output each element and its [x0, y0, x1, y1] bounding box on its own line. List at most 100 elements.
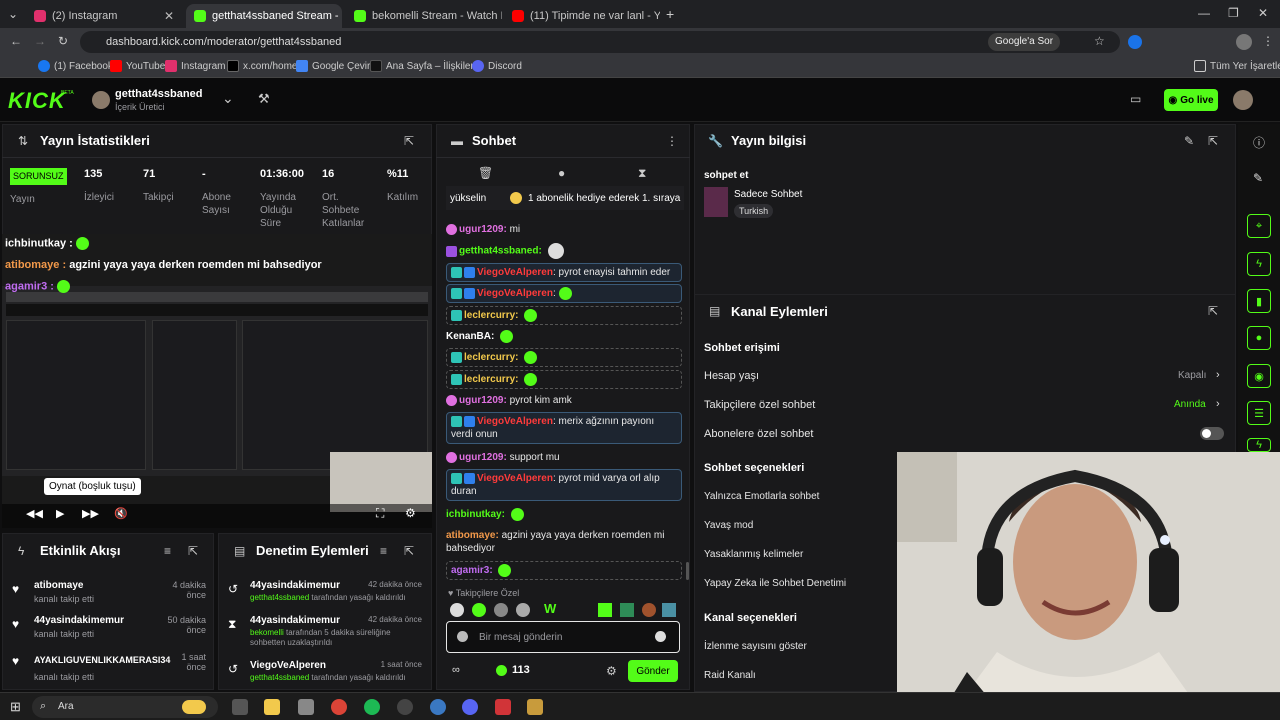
chat-user[interactable]: ugur1209: — [459, 452, 507, 463]
chrome-icon[interactable] — [331, 699, 347, 715]
new-tab-button[interactable]: + — [666, 6, 674, 22]
minimize-button[interactable]: — — [1198, 6, 1210, 20]
windows-start-icon[interactable]: ⊞ — [10, 699, 21, 715]
popout-icon[interactable]: ⇱ — [1208, 304, 1218, 318]
emote-icon[interactable] — [620, 603, 634, 617]
emote-icon[interactable] — [494, 603, 508, 617]
toggle-switch[interactable] — [1200, 427, 1224, 440]
setting-raid-channel[interactable]: Raid Kanalı — [704, 670, 756, 681]
popout-icon[interactable]: ⇱ — [188, 544, 198, 558]
profile-avatar[interactable] — [1236, 34, 1252, 50]
league-icon[interactable] — [527, 699, 543, 715]
category-name[interactable]: Sadece Sohbet — [734, 189, 802, 200]
close-icon[interactable]: ✕ — [164, 9, 174, 23]
hourglass-icon[interactable]: ⧗ — [638, 166, 646, 181]
chat-icon[interactable]: ● — [1247, 326, 1271, 350]
app-icon[interactable] — [495, 699, 511, 715]
spotify-icon[interactable] — [364, 699, 380, 715]
chat-user[interactable]: leclercurry: — [464, 310, 518, 321]
forward-icon[interactable]: ▶▶ — [82, 507, 99, 520]
taskbar-search[interactable]: ⌕ Ara — [32, 696, 218, 718]
focus-icon[interactable]: ⌖ — [1247, 214, 1271, 238]
document-icon[interactable]: ▮ — [1247, 289, 1271, 313]
setting-banned-words[interactable]: Yasaklanmış kelimeler — [704, 549, 803, 560]
file-explorer-icon[interactable] — [264, 699, 280, 715]
app-icon[interactable] — [298, 699, 314, 715]
user-avatar[interactable] — [1233, 90, 1253, 110]
mute-icon[interactable]: 🔇 — [114, 507, 128, 520]
bookmark-homepage[interactable]: Ana Sayfa – İlişkiler... — [370, 60, 482, 72]
chat-user[interactable]: KenanBA: — [446, 331, 494, 342]
chat-user[interactable]: ViegoVeAlperen — [477, 416, 553, 427]
category-thumbnail[interactable] — [704, 187, 728, 217]
chat-user[interactable]: atibomaye: — [446, 530, 499, 541]
tab-bekomelli[interactable]: bekomelli Stream - Watch Live✕ — [346, 4, 502, 28]
fullscreen-icon[interactable]: ⛶ — [376, 506, 384, 521]
emoji-icon[interactable] — [655, 631, 666, 642]
list-icon[interactable]: ☰ — [1247, 401, 1271, 425]
trash-icon[interactable]: 🗑 — [478, 166, 493, 180]
more-icon[interactable]: ⋮ — [666, 134, 678, 148]
play-icon[interactable]: ▶ — [56, 507, 64, 520]
emote-icon[interactable] — [450, 603, 464, 617]
setting-followers-only[interactable]: Takipçilere özel sohbet Anında › — [704, 398, 1228, 411]
menu-icon[interactable]: ⋮ — [1262, 34, 1274, 48]
maximize-button[interactable]: ❐ — [1228, 6, 1239, 20]
chevron-down-icon[interactable]: ⌄ — [222, 90, 234, 107]
bookmark-youtube[interactable]: YouTube — [110, 60, 165, 72]
send-button[interactable]: Gönder — [628, 660, 678, 682]
reload-icon[interactable]: ↻ — [58, 34, 68, 48]
setting-subscribers-only[interactable]: Abonelere özel sohbet — [704, 427, 1228, 440]
all-bookmarks[interactable]: Tüm Yer İşaretleri — [1194, 60, 1280, 72]
broadcast-icon[interactable]: ◉ — [1247, 364, 1271, 388]
edit-icon[interactable]: ✎ — [1253, 171, 1263, 185]
chat-user[interactable]: ViegoVeAlperen — [477, 473, 553, 484]
rewind-icon[interactable]: ◀◀ — [26, 507, 43, 520]
bookmark-facebook[interactable]: (1) Facebook — [38, 60, 113, 72]
tab-kick-stream[interactable]: getthat4ssbaned Stream - Kick✕ — [186, 4, 342, 28]
filter-icon[interactable]: ≡ — [164, 544, 171, 558]
setting-emote-only[interactable]: Yalnızca Emotlarla sohbet — [704, 491, 819, 502]
chat-input[interactable]: Bir mesaj gönderin — [446, 621, 680, 653]
task-view-icon[interactable] — [232, 699, 248, 715]
emote-icon[interactable] — [598, 603, 612, 617]
chat-user[interactable]: ViegoVeAlperen — [477, 288, 553, 299]
setting-show-viewcount[interactable]: İzlenme sayısını göster — [704, 641, 807, 652]
emote-icon[interactable] — [642, 603, 656, 617]
tab-youtube[interactable]: (11) Tipimde ne var lanl - YouTu✕ — [504, 4, 660, 28]
extension-icon[interactable] — [1128, 35, 1142, 49]
close-window-button[interactable]: ✕ — [1258, 6, 1268, 20]
emote-icon[interactable] — [472, 603, 486, 617]
chat-user[interactable]: leclercurry: — [464, 352, 518, 363]
chat-user[interactable]: agamir3: — [451, 565, 493, 576]
bookmark-discord[interactable]: Discord — [472, 60, 522, 72]
forward-icon[interactable]: → — [34, 34, 46, 48]
filter-icon[interactable]: ≡ — [380, 544, 387, 558]
kick-logo[interactable]: KICK — [8, 88, 66, 114]
setting-slow-mode[interactable]: Yavaş mod — [704, 520, 753, 531]
popout-icon[interactable]: ⇱ — [404, 134, 414, 148]
hammer-icon[interactable]: ⚒ — [258, 91, 270, 107]
w-emote-icon[interactable]: W — [544, 601, 556, 616]
chat-user[interactable]: ViegoVeAlperen — [477, 267, 553, 278]
pinned-gift-bar[interactable]: yükselin 1 abonelik hediye ederek 1. sır… — [446, 186, 684, 210]
obs-icon[interactable] — [397, 699, 413, 715]
emote-icon[interactable] — [662, 603, 676, 617]
tab-search-icon[interactable]: ⌄ — [8, 7, 18, 21]
chat-user[interactable]: ugur1209: — [459, 395, 507, 406]
setting-ai-moderation[interactable]: Yapay Zeka ile Sohbet Denetimi — [704, 578, 846, 589]
chat-scrollbar[interactable] — [686, 562, 689, 580]
bolt-icon[interactable]: ϟ — [1247, 252, 1271, 276]
badge-picker-icon[interactable] — [457, 631, 468, 642]
back-icon[interactable]: ← — [10, 34, 22, 48]
popout-icon[interactable]: ⇱ — [1208, 134, 1218, 148]
app-icon[interactable] — [430, 699, 446, 715]
url-input[interactable]: dashboard.kick.com/moderator/getthat4ssb… — [80, 31, 1120, 53]
settings-icon[interactable]: ⚙ — [405, 506, 416, 520]
chat-user[interactable]: getthat4ssbaned: — [459, 246, 542, 257]
wrench-icon[interactable]: ϟ — [1247, 438, 1271, 452]
emote-icon[interactable] — [516, 603, 530, 617]
info-icon[interactable]: ⓘ — [1253, 134, 1265, 151]
popout-icon[interactable]: ⇱ — [404, 544, 414, 558]
google-ask-button[interactable]: Google'a Sor — [988, 33, 1061, 51]
